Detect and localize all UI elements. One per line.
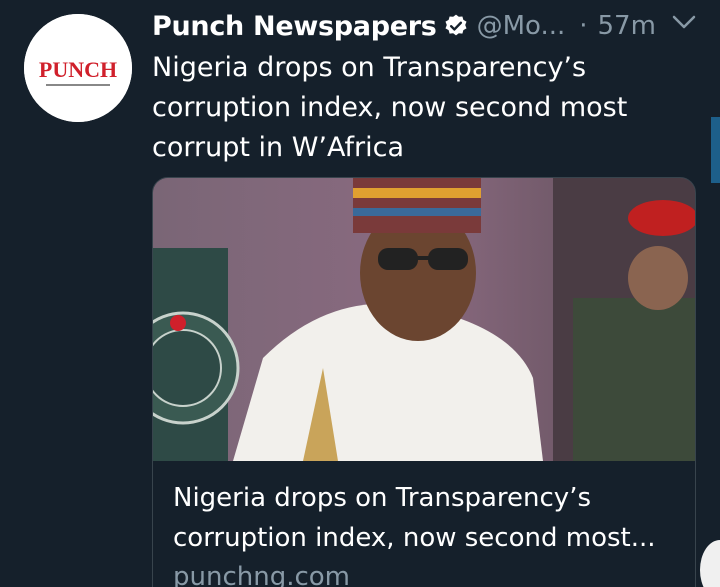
separator-dot: · bbox=[579, 11, 588, 41]
handle[interactable]: @Mo... bbox=[477, 11, 566, 41]
avatar[interactable]: PUNCH bbox=[24, 14, 132, 122]
svg-text:PUNCH: PUNCH bbox=[39, 57, 117, 82]
display-name[interactable]: Punch Newspapers bbox=[152, 11, 437, 42]
card-image bbox=[153, 178, 695, 461]
scroll-indicator bbox=[711, 117, 720, 183]
card-domain: punchng.com bbox=[173, 562, 351, 587]
tweet-text: Nigeria drops on Transparency’s corrupti… bbox=[152, 52, 628, 163]
card-title[interactable]: Nigeria drops on Transparency’s corrupti… bbox=[173, 478, 683, 558]
chevron-down-icon[interactable] bbox=[670, 8, 698, 36]
link-card[interactable]: Nigeria drops on Transparency’s corrupti… bbox=[152, 177, 696, 587]
tweet-header: Punch Newspapers @Mo... · 57m bbox=[152, 5, 712, 47]
punch-logo: PUNCH bbox=[24, 14, 132, 122]
tweet[interactable]: PUNCH Punch Newspapers @Mo... · 57m Nige… bbox=[0, 0, 720, 587]
verified-badge-icon bbox=[443, 13, 469, 39]
floating-button-edge[interactable] bbox=[700, 540, 720, 587]
timestamp[interactable]: 57m bbox=[598, 11, 656, 41]
